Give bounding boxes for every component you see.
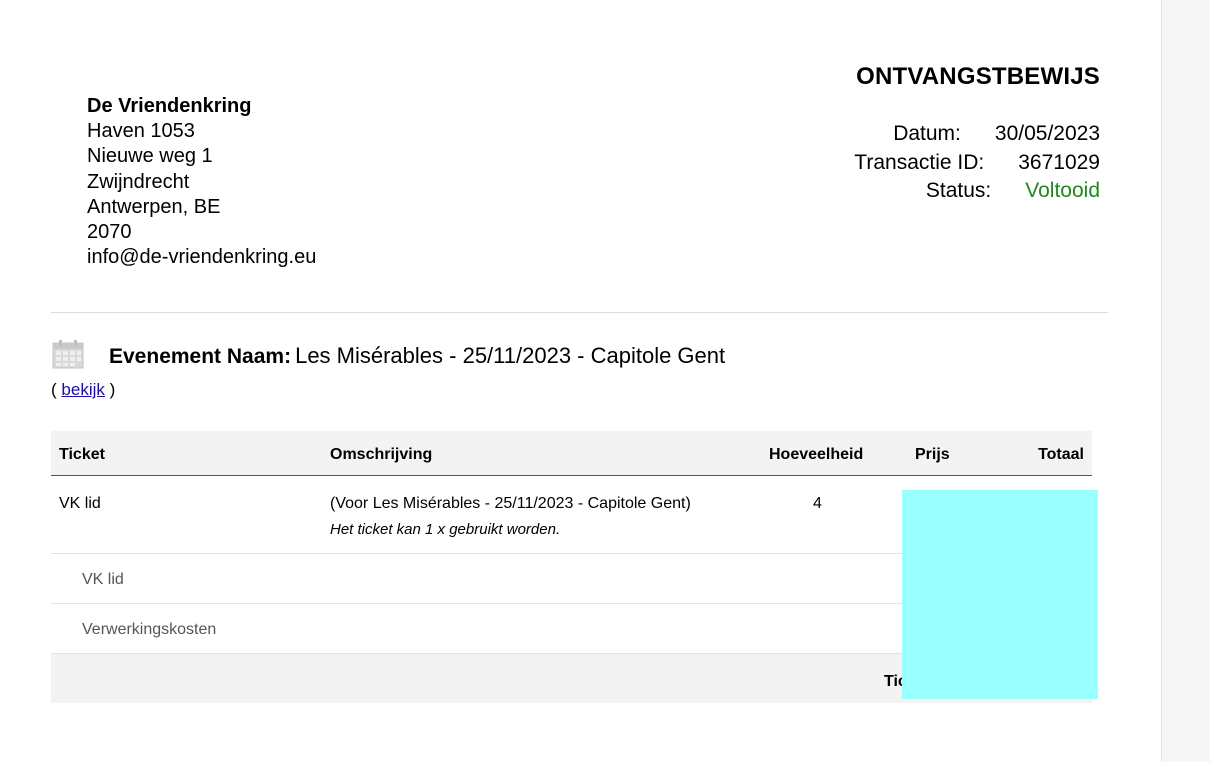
event-name: Les Misérables - 25/11/2023 - Capitole G… xyxy=(295,343,726,368)
ticket-description: (Voor Les Misérables - 25/11/2023 - Capi… xyxy=(330,495,691,512)
address-line: Nieuwe weg 1 xyxy=(87,145,213,168)
header-ticket: Ticket xyxy=(59,446,105,463)
event-label: Evenement Naam: xyxy=(109,345,292,368)
ticket-note: Het ticket kan 1 x gebruikt worden. xyxy=(330,521,561,538)
ticket-name: VK lid xyxy=(59,495,101,512)
processing-fee-label: Verwerkingskosten xyxy=(82,621,217,638)
email-address: info@de-vriendenkring.eu xyxy=(87,246,317,269)
status-label: Status: xyxy=(925,179,992,202)
organization-address: De Vriendenkring Haven 1053 Nieuwe weg 1… xyxy=(87,94,316,270)
calendar-icon xyxy=(52,340,84,369)
sub-row-label: VK lid xyxy=(82,571,124,588)
address-line: Antwerpen, BE xyxy=(87,195,221,218)
view-event-link[interactable]: bekijk xyxy=(61,380,104,399)
transaction-row: Transactie ID: 3671029 xyxy=(854,149,1100,178)
header-description: Omschrijving xyxy=(330,446,433,463)
status-value: Voltooid xyxy=(1025,179,1100,202)
transaction-value: 3671029 xyxy=(1018,150,1100,174)
header-quantity: Hoeveelheid xyxy=(769,446,864,463)
section-divider xyxy=(51,312,1108,313)
paren-open: ( xyxy=(51,380,57,399)
right-gutter xyxy=(1161,0,1210,762)
view-link-line: ( bekijk ) xyxy=(51,380,115,400)
organization-name: De Vriendenkring xyxy=(87,95,252,117)
address-line: Zwijndrecht xyxy=(87,170,190,193)
transaction-label: Transactie ID: xyxy=(854,150,985,174)
table-header: Ticket Omschrijving Hoeveelheid Prijs To… xyxy=(51,431,1092,476)
paren-close: ) xyxy=(109,380,116,399)
redaction-block xyxy=(902,490,1098,699)
header-total: Totaal xyxy=(1038,446,1084,463)
event-title: Evenement Naam: Les Misérables - 25/11/20… xyxy=(109,343,725,369)
status-row: Status: Voltooid xyxy=(854,177,1100,206)
receipt-title: ONTVANGSTBEWIJS xyxy=(856,63,1100,90)
date-label: Datum: xyxy=(893,122,961,145)
receipt-meta: Datum: 30/05/2023 Transactie ID: 3671029… xyxy=(854,120,1100,206)
ticket-quantity: 4 xyxy=(813,495,822,512)
header-price: Prijs xyxy=(915,446,950,463)
address-line: 2070 xyxy=(87,221,132,244)
address-line: Haven 1053 xyxy=(87,120,195,143)
date-row: Datum: 30/05/2023 xyxy=(854,120,1100,149)
date-value: 30/05/2023 xyxy=(994,122,1100,145)
